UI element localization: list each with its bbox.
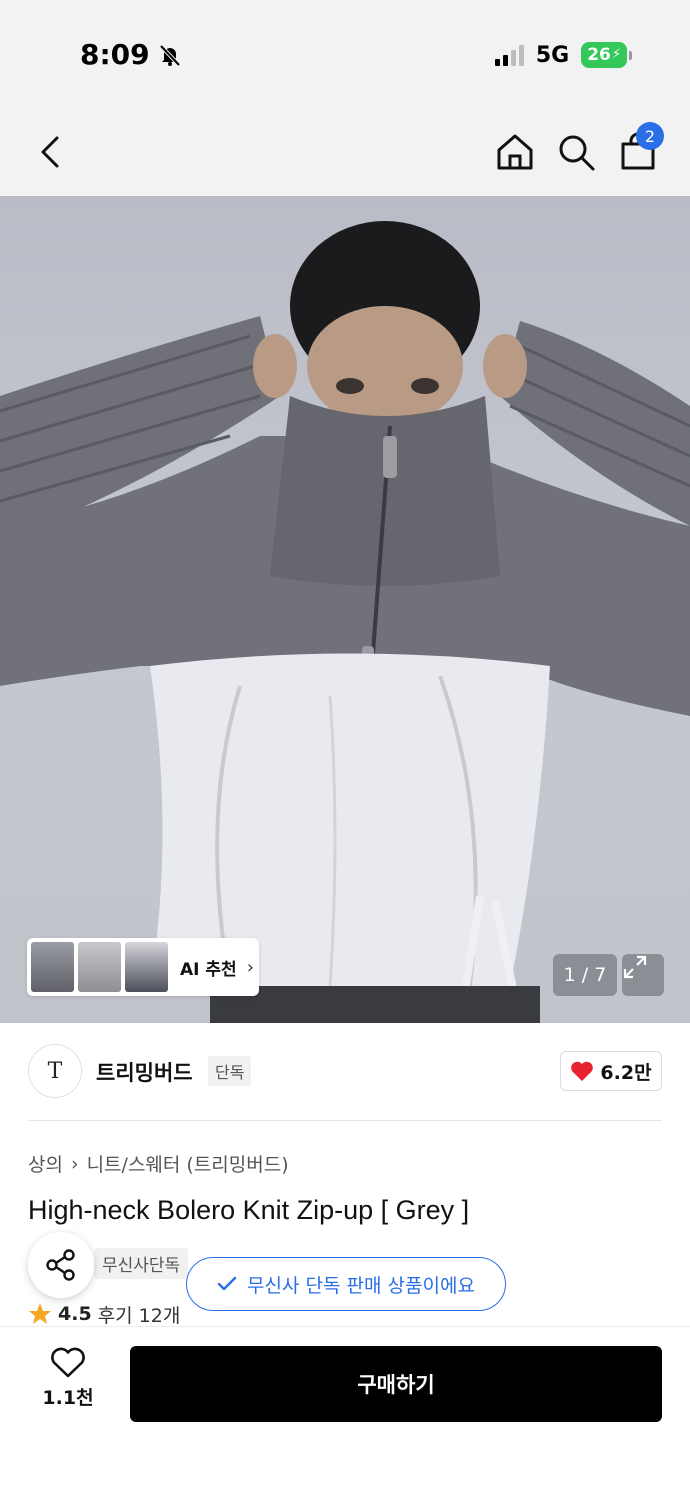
time-text: 8:09 — [80, 38, 150, 71]
status-bar: 8:09 5G 26 ⚡ — [0, 0, 690, 110]
brand-logo[interactable]: T — [28, 1044, 82, 1098]
check-icon — [217, 1276, 237, 1291]
status-time: 8:09 — [80, 38, 182, 71]
divider — [28, 1120, 662, 1121]
image-page-counter: 1 / 7 — [553, 954, 617, 996]
battery-level: 26 — [587, 45, 611, 65]
heart-outline-icon — [51, 1347, 85, 1378]
share-button[interactable] — [28, 1232, 94, 1298]
ai-recommendation-button[interactable]: AI 추천 › — [27, 938, 259, 996]
musinsa-exclusive-tag: 무신사단독 — [94, 1248, 189, 1279]
top-nav: 2 — [0, 110, 690, 196]
review-count: 후기 12개 — [97, 1304, 181, 1327]
home-button[interactable] — [493, 130, 537, 174]
expand-icon — [623, 955, 647, 979]
status-indicators: 5G 26 ⚡ — [494, 42, 632, 68]
brand-row: T 트리밍버드 단독 6.2만 — [28, 1044, 662, 1100]
breadcrumb: 상의 › 니트/스웨터 (트리밍버드) — [28, 1150, 289, 1177]
bell-slash-icon — [159, 44, 181, 66]
search-icon — [559, 135, 595, 171]
back-button[interactable] — [30, 130, 70, 174]
cart-count-badge: 2 — [636, 122, 664, 150]
ai-reco-label: AI 추천 — [180, 959, 237, 980]
network-label: 5G — [535, 42, 570, 68]
signal-icon — [494, 44, 524, 66]
home-icon — [497, 134, 533, 170]
chevron-right-icon: › — [246, 956, 254, 978]
recommendation-thumbnail — [31, 942, 74, 992]
brand-like-count: 6.2만 — [600, 1061, 652, 1084]
wishlist-count: 1.1천 — [42, 1387, 94, 1409]
rating-row[interactable]: 4.5 후기 12개 — [28, 1302, 180, 1326]
star-icon — [29, 1303, 51, 1324]
battery-charging-icon: 26 ⚡ — [581, 42, 632, 68]
share-icon — [46, 1249, 75, 1281]
rating-value: 4.5 — [58, 1303, 92, 1325]
breadcrumb-category[interactable]: 상의 — [28, 1150, 63, 1177]
product-title: High-neck Bolero Knit Zip-up [ Grey ] — [28, 1195, 470, 1225]
expand-image-button[interactable] — [622, 954, 664, 996]
exclusive-tooltip: 무신사 단독 판매 상품이에요 — [186, 1257, 506, 1311]
back-icon — [41, 136, 59, 168]
exclusive-tooltip-text: 무신사 단독 판매 상품이에요 — [247, 1274, 475, 1297]
brand-exclusive-tag: 단독 — [208, 1056, 252, 1086]
brand-logo-text: T — [47, 1058, 63, 1084]
brand-name[interactable]: 트리밍버드 — [96, 1057, 193, 1087]
recommendation-thumbnail — [125, 942, 168, 992]
bottom-action-bar: 1.1천 구매하기 — [0, 1326, 690, 1500]
product-image-gallery[interactable]: AI 추천 › 1 / 7 — [0, 196, 690, 1023]
brand-like-button[interactable]: 6.2만 — [560, 1051, 662, 1091]
search-button[interactable] — [554, 130, 598, 174]
chevron-right-icon: › — [70, 1152, 79, 1175]
breadcrumb-subcategory[interactable]: 니트/스웨터 (트리밍버드) — [87, 1150, 289, 1177]
heart-filled-icon — [571, 1061, 594, 1081]
wishlist-button[interactable]: 1.1천 — [40, 1347, 96, 1410]
cart-button[interactable]: 2 — [616, 122, 664, 174]
buy-button[interactable]: 구매하기 — [130, 1346, 662, 1422]
recommendation-thumbnail — [78, 942, 121, 992]
product-photo — [0, 221, 690, 1023]
